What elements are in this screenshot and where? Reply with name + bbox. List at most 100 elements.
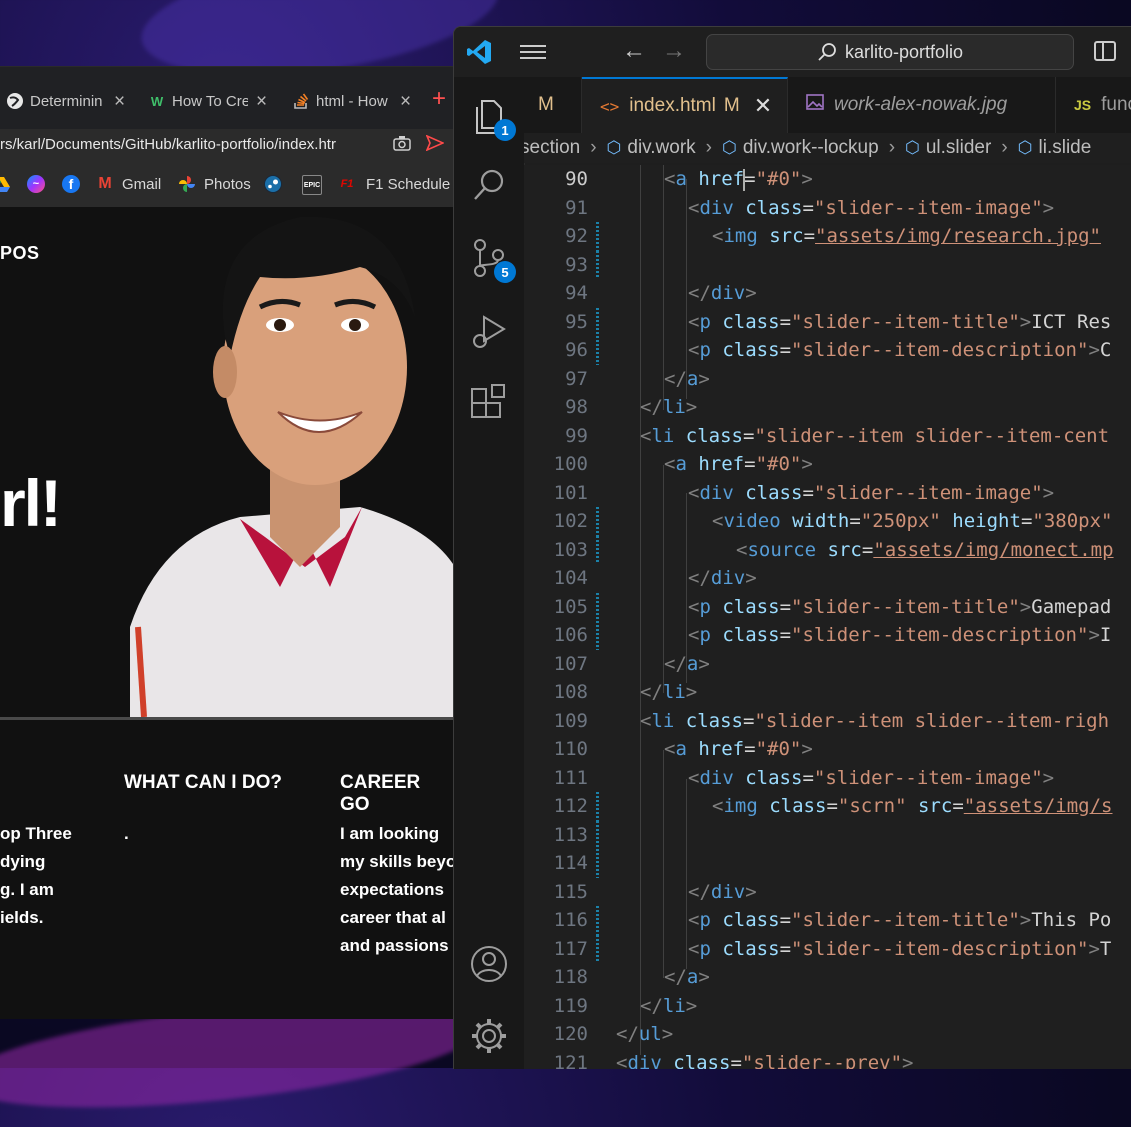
bookmark-steam[interactable] [264, 175, 290, 193]
code-line[interactable]: 102 <video width="250px" height="380px" [524, 507, 1131, 536]
browser-tab[interactable]: html - How × [292, 87, 411, 115]
f1-icon: F1 [340, 178, 354, 190]
bookmark-drive[interactable] [0, 175, 18, 193]
modified-indicator: M [723, 95, 740, 116]
code-line[interactable]: 117 <p class="slider--item-description">T [524, 934, 1131, 963]
code-line[interactable]: 104 </div> [524, 564, 1131, 593]
code-line[interactable]: 118 </a> [524, 963, 1131, 992]
editor-tab-index-html[interactable]: <> index.html M ✕ [582, 77, 788, 133]
code-line[interactable]: 107 </a> [524, 650, 1131, 679]
code-line[interactable]: 97 </a> [524, 365, 1131, 394]
close-icon[interactable]: × [256, 92, 267, 111]
messenger-icon: ~ [27, 175, 45, 193]
section-text-line: expectations [340, 880, 444, 899]
browser-tab[interactable]: W How To Cre × [148, 87, 267, 115]
menu-hamburger-icon[interactable] [520, 41, 546, 63]
camera-icon[interactable] [393, 135, 411, 156]
back-arrow-icon[interactable]: ← [622, 37, 646, 65]
section-text-line: and passions [340, 936, 449, 955]
code-editor[interactable]: 90 <a href="#0"> 91 <div class="slider--it… [524, 165, 1131, 1069]
new-tab-plus-icon[interactable]: + [432, 85, 446, 113]
explorer-icon[interactable]: 1 [468, 95, 516, 141]
bookmark-photos[interactable]: Photos [178, 175, 251, 193]
code-line[interactable]: 114 [524, 849, 1131, 878]
section-text-line: ields. [0, 908, 44, 927]
bookmark-label: F1 Schedule 2 [366, 175, 455, 193]
editor-tab-label: func [1101, 94, 1131, 115]
breadcrumb-item[interactable]: ⬡ div.work › [607, 137, 722, 159]
editor-tab[interactable]: M [512, 77, 582, 133]
facebook-icon: f [62, 175, 80, 193]
stackoverflow-icon [292, 92, 310, 110]
extensions-icon[interactable] [468, 383, 510, 425]
code-line[interactable]: 103 <source src="assets/img/monect.mp [524, 535, 1131, 564]
vscode-window: ← → karlito-portfolio 1 5 M <> index.htm… [453, 26, 1131, 1069]
browser-tab[interactable]: Determinin × [6, 87, 125, 115]
code-line[interactable]: 95 <p class="slider--item-title">ICT Res [524, 307, 1131, 336]
bookmark-messenger[interactable]: ~ [27, 175, 53, 193]
command-center-label: karlito-portfolio [844, 41, 964, 62]
settings-gear-icon[interactable] [468, 1015, 510, 1057]
code-line[interactable]: 90 <a href="#0"> [524, 165, 1131, 194]
command-center-search[interactable]: karlito-portfolio [706, 34, 1074, 70]
breadcrumb-item[interactable]: ⬡ ul.slider › [905, 137, 1018, 159]
code-line[interactable]: 96 <p class="slider--item-description">C [524, 336, 1131, 365]
code-line[interactable]: 105 <p class="slider--item-title">Gamepad [524, 592, 1131, 621]
breadcrumb-item[interactable]: ⬡ li.slide [1018, 137, 1092, 159]
code-line[interactable]: 110 <a href="#0"> [524, 735, 1131, 764]
breadcrumb: section › ⬡ div.work › ⬡ div.work--lockup › ⬡… [524, 133, 1131, 163]
close-icon[interactable]: ✕ [754, 93, 772, 119]
forward-arrow-icon[interactable]: → [662, 37, 686, 65]
send-icon[interactable] [425, 134, 445, 156]
cube-icon: ⬡ [905, 138, 920, 157]
cube-icon: ⬡ [721, 138, 737, 157]
vscode-logo-icon[interactable] [466, 39, 492, 65]
bookmark-f1[interactable]: F1 F1 Schedule 2 [336, 175, 455, 193]
image-icon [806, 94, 824, 116]
code-line[interactable]: 115 </div> [524, 878, 1131, 907]
code-line[interactable]: 100 <a href="#0"> [524, 450, 1131, 479]
section-title-career-goals: CAREER GO [340, 772, 421, 815]
bookmark-facebook[interactable]: f [62, 175, 88, 193]
epic-games-icon: EPIC [302, 175, 322, 195]
run-debug-icon[interactable] [468, 309, 510, 351]
address-bar[interactable]: rs/karl/Documents/GitHub/karlito-portfol… [0, 129, 455, 165]
code-line[interactable]: 98 </li> [524, 393, 1131, 422]
account-icon[interactable] [468, 943, 510, 985]
code-line[interactable]: 91 <div class="slider--item-image"> [524, 194, 1131, 223]
editor-tab[interactable]: JS func [1056, 77, 1131, 133]
bookmark-epic[interactable]: EPIC [302, 175, 330, 195]
bookmark-label: Gmail [122, 175, 162, 193]
code-line[interactable]: 109 <li class="slider--item slider--item-… [524, 707, 1131, 736]
hero-name-fragment: POS [0, 243, 40, 263]
code-line[interactable]: 121 <div class="slider--prev"> [524, 1049, 1131, 1070]
code-line[interactable]: 106 <p class="slider--item-description">I [524, 621, 1131, 650]
close-icon[interactable]: × [114, 92, 125, 111]
code-line[interactable]: 113 [524, 820, 1131, 849]
code-line[interactable]: 92 <img src="assets/img/research.jpg" [524, 222, 1131, 251]
vscode-title-bar: ← → karlito-portfolio [454, 27, 1131, 78]
breadcrumb-item[interactable]: ⬡ div.work--lockup › [722, 137, 905, 159]
toggle-sidebar-icon[interactable] [1094, 41, 1116, 61]
close-icon[interactable]: × [400, 92, 411, 111]
source-control-icon[interactable]: 5 [468, 237, 516, 283]
code-line[interactable]: 93 [524, 250, 1131, 279]
editor-tab-label: M [538, 94, 554, 115]
section-text-line: my skills beyo [340, 852, 455, 871]
code-line[interactable]: 108 </li> [524, 678, 1131, 707]
code-line[interactable]: 101 <div class="slider--item-image"> [524, 479, 1131, 508]
code-line[interactable]: 94 </div> [524, 279, 1131, 308]
breadcrumb-item[interactable]: section › [524, 137, 607, 159]
activity-bar: 1 5 [454, 77, 525, 1069]
code-line[interactable]: 119 </li> [524, 992, 1131, 1021]
code-line[interactable]: 116 <p class="slider--item-title">This Po [524, 906, 1131, 935]
search-icon[interactable] [468, 165, 510, 207]
code-line[interactable]: 120 </ul> [524, 1020, 1131, 1049]
code-line[interactable]: 99 <li class="slider--item slider--item-c… [524, 422, 1131, 451]
code-line[interactable]: 111 <div class="slider--item-image"> [524, 764, 1131, 793]
browser-tab-label: How To Cre [172, 92, 248, 110]
url-text[interactable]: rs/karl/Documents/GitHub/karlito-portfol… [0, 136, 380, 153]
bookmark-gmail[interactable]: M Gmail [96, 175, 161, 193]
editor-tab[interactable]: work-alex-nowak.jpg [788, 77, 1056, 133]
code-line[interactable]: 112 <img class="scrn" src="assets/img/s [524, 792, 1131, 821]
